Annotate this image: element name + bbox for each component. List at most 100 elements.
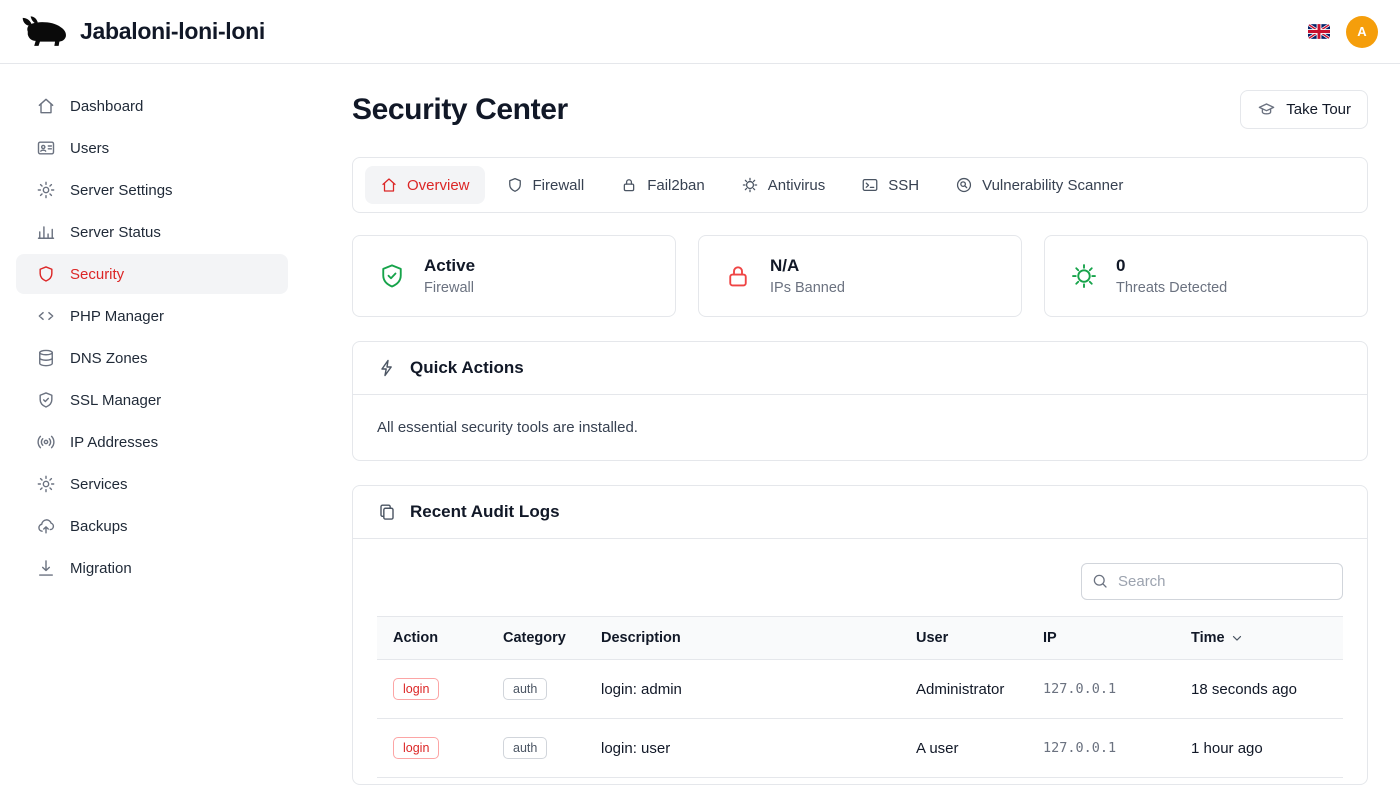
- tab-label: Vulnerability Scanner: [982, 177, 1123, 194]
- page-title: Security Center: [352, 93, 568, 127]
- description-cell: login: user: [585, 719, 900, 778]
- stats-row: Active Firewall N/A IPs Banned 0 Threats…: [352, 235, 1368, 317]
- shield-check-icon: [36, 390, 56, 410]
- chevron-down-icon: [1230, 631, 1244, 645]
- users-icon: [36, 138, 56, 158]
- top-bar: Jabaloni-loni-loni A: [0, 0, 1400, 64]
- sidebar: Dashboard Users Server Settings Server S…: [0, 64, 304, 800]
- scanner-icon: [955, 176, 973, 194]
- language-flag-icon[interactable]: [1308, 24, 1330, 39]
- audit-logs-title: Recent Audit Logs: [410, 502, 560, 522]
- quick-actions-title: Quick Actions: [410, 358, 524, 378]
- sidebar-item-label: Migration: [70, 560, 132, 577]
- lightning-icon: [377, 358, 397, 378]
- table-header-row: Action Category Description User IP Time: [377, 617, 1343, 660]
- sidebar-item-ip-addresses[interactable]: IP Addresses: [16, 422, 288, 462]
- take-tour-button[interactable]: Take Tour: [1240, 90, 1368, 129]
- code-icon: [36, 306, 56, 326]
- time-cell: 18 seconds ago: [1175, 660, 1343, 719]
- gear-icon: [36, 180, 56, 200]
- column-header-category[interactable]: Category: [487, 617, 585, 660]
- action-badge: login: [393, 737, 439, 759]
- download-icon: [36, 558, 56, 578]
- column-header-user[interactable]: User: [900, 617, 1027, 660]
- graduation-cap-icon: [1257, 100, 1276, 119]
- column-header-action[interactable]: Action: [377, 617, 487, 660]
- main-content: Security Center Take Tour Overview Firew…: [304, 64, 1400, 800]
- user-cell: Administrator: [900, 660, 1027, 719]
- sidebar-item-label: Users: [70, 140, 109, 157]
- shield-icon: [506, 176, 524, 194]
- stat-label: Firewall: [424, 280, 475, 296]
- home-icon: [380, 176, 398, 194]
- take-tour-label: Take Tour: [1286, 101, 1351, 118]
- tab-label: SSH: [888, 177, 919, 194]
- brand[interactable]: Jabaloni-loni-loni: [22, 15, 265, 48]
- sidebar-item-label: DNS Zones: [70, 350, 148, 367]
- column-header-description[interactable]: Description: [585, 617, 900, 660]
- home-icon: [36, 96, 56, 116]
- tab-vulnerability-scanner[interactable]: Vulnerability Scanner: [940, 166, 1138, 204]
- stat-label: Threats Detected: [1116, 280, 1227, 296]
- sidebar-item-backups[interactable]: Backups: [16, 506, 288, 546]
- sidebar-item-label: SSL Manager: [70, 392, 161, 409]
- time-cell: 1 hour ago: [1175, 719, 1343, 778]
- database-icon: [36, 348, 56, 368]
- action-badge: login: [393, 678, 439, 700]
- quick-actions-message: All essential security tools are install…: [377, 419, 1343, 436]
- stat-card-threats: 0 Threats Detected: [1044, 235, 1368, 317]
- quick-actions-card: Quick Actions All essential security too…: [352, 341, 1368, 461]
- broadcast-icon: [36, 432, 56, 452]
- search-input[interactable]: [1081, 563, 1343, 600]
- table-row: [377, 778, 1343, 784]
- bull-logo-icon: [22, 15, 68, 48]
- ip-cell: 127.0.0.1: [1027, 660, 1175, 719]
- stat-label: IPs Banned: [770, 280, 845, 296]
- sidebar-item-server-status[interactable]: Server Status: [16, 212, 288, 252]
- stat-card-ips-banned: N/A IPs Banned: [698, 235, 1022, 317]
- app-title: Jabaloni-loni-loni: [80, 18, 265, 45]
- stat-value: Active: [424, 256, 475, 276]
- search-icon: [1091, 572, 1109, 590]
- description-cell: login: admin: [585, 660, 900, 719]
- tab-label: Antivirus: [768, 177, 826, 194]
- search-box: [1081, 563, 1343, 600]
- column-header-time-label: Time: [1191, 630, 1225, 646]
- tab-ssh[interactable]: SSH: [846, 166, 934, 204]
- sidebar-item-ssl-manager[interactable]: SSL Manager: [16, 380, 288, 420]
- user-avatar[interactable]: A: [1346, 16, 1378, 48]
- tab-overview[interactable]: Overview: [365, 166, 485, 204]
- category-badge: auth: [503, 737, 547, 759]
- sidebar-item-migration[interactable]: Migration: [16, 548, 288, 588]
- sidebar-item-dashboard[interactable]: Dashboard: [16, 86, 288, 126]
- sidebar-item-label: Server Settings: [70, 182, 173, 199]
- ip-cell: 127.0.0.1: [1027, 719, 1175, 778]
- tab-label: Fail2ban: [647, 177, 705, 194]
- category-badge: auth: [503, 678, 547, 700]
- tab-firewall[interactable]: Firewall: [491, 166, 600, 204]
- virus-icon: [1069, 261, 1099, 291]
- tab-label: Firewall: [533, 177, 585, 194]
- sidebar-item-php-manager[interactable]: PHP Manager: [16, 296, 288, 336]
- column-header-ip[interactable]: IP: [1027, 617, 1175, 660]
- column-header-time[interactable]: Time: [1175, 617, 1343, 660]
- clipboard-copy-icon: [377, 502, 397, 522]
- bar-chart-icon: [36, 222, 56, 242]
- sidebar-item-label: PHP Manager: [70, 308, 164, 325]
- sidebar-item-security[interactable]: Security: [16, 254, 288, 294]
- virus-icon: [741, 176, 759, 194]
- sidebar-item-label: IP Addresses: [70, 434, 158, 451]
- stat-value: N/A: [770, 256, 845, 276]
- lock-icon: [620, 176, 638, 194]
- tab-antivirus[interactable]: Antivirus: [726, 166, 841, 204]
- sidebar-item-dns-zones[interactable]: DNS Zones: [16, 338, 288, 378]
- sidebar-item-label: Services: [70, 476, 128, 493]
- sidebar-item-server-settings[interactable]: Server Settings: [16, 170, 288, 210]
- sidebar-item-services[interactable]: Services: [16, 464, 288, 504]
- tab-label: Overview: [407, 177, 470, 194]
- sidebar-item-users[interactable]: Users: [16, 128, 288, 168]
- tab-fail2ban[interactable]: Fail2ban: [605, 166, 720, 204]
- stat-card-firewall: Active Firewall: [352, 235, 676, 317]
- cloud-upload-icon: [36, 516, 56, 536]
- table-row: login auth login: admin Administrator 12…: [377, 660, 1343, 719]
